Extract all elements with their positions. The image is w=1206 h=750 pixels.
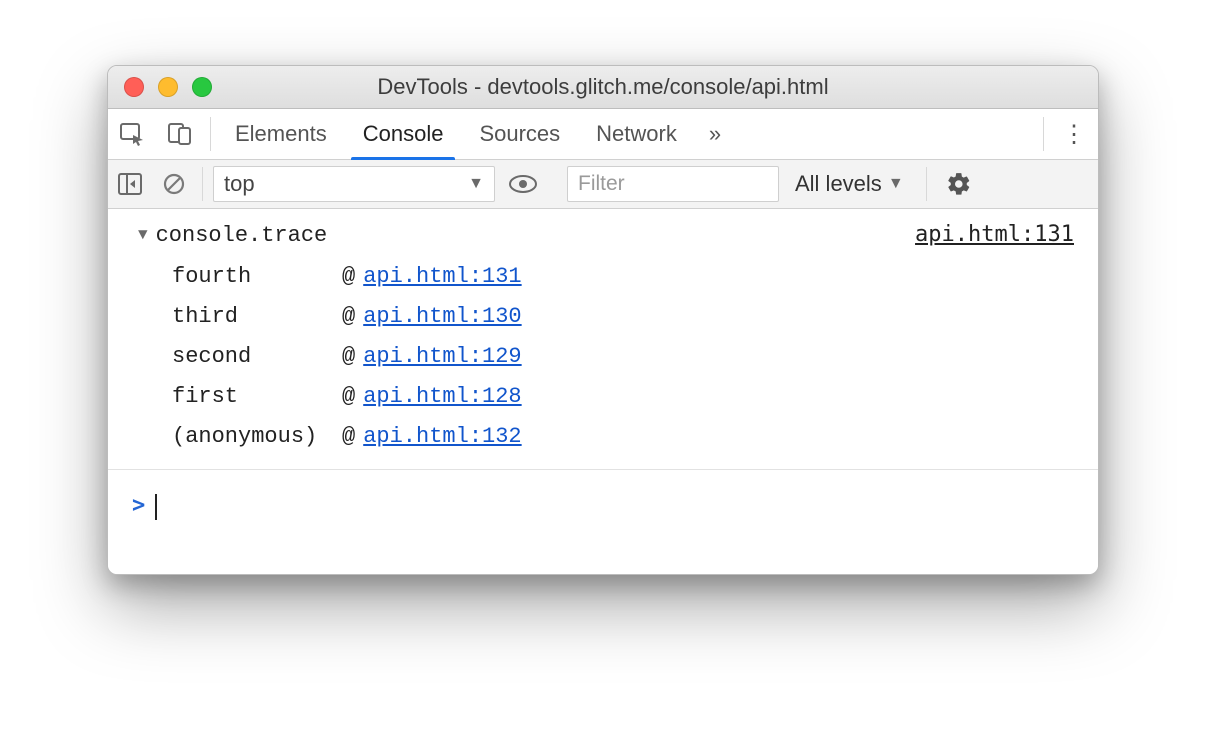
console-output: ▼ console.trace api.html:131 fourth @ ap…: [108, 209, 1098, 574]
devtools-window: DevTools - devtools.glitch.me/console/ap…: [107, 65, 1099, 575]
filter-input[interactable]: [567, 166, 779, 202]
chevron-down-icon: ▼: [468, 175, 484, 193]
chevron-right-double-icon: »: [709, 121, 721, 146]
tab-label: Network: [596, 121, 677, 147]
log-levels-label: All levels: [795, 171, 882, 197]
console-prompt[interactable]: >: [108, 470, 1098, 527]
console-trace-entry: ▼ console.trace api.html:131 fourth @ ap…: [108, 209, 1098, 470]
source-link[interactable]: api.html:131: [915, 215, 1074, 255]
at-glyph: @: [342, 257, 355, 297]
at-glyph: @: [342, 297, 355, 337]
source-link[interactable]: api.html:131: [363, 257, 521, 297]
minimize-window-button[interactable]: [158, 77, 178, 97]
stack-frame-function: first: [172, 377, 342, 417]
devtools-tabs-bar: Elements Console Sources Network » ⋮: [108, 109, 1098, 160]
toggle-console-sidebar-button[interactable]: [108, 173, 152, 195]
kebab-icon: ⋮: [1062, 120, 1086, 149]
stack-frame-function: third: [172, 297, 342, 337]
divider: [210, 117, 211, 151]
titlebar: DevTools - devtools.glitch.me/console/ap…: [108, 66, 1098, 109]
tab-label: Console: [363, 121, 444, 147]
source-link[interactable]: api.html:132: [363, 417, 521, 457]
stack-frame: fourth @ api.html:131: [172, 257, 1098, 297]
stack-frame: (anonymous) @ api.html:132: [172, 417, 1098, 457]
inspect-element-icon[interactable]: [108, 121, 156, 147]
disclosure-triangle-icon[interactable]: ▼: [138, 215, 148, 255]
divider: [1043, 117, 1044, 151]
close-window-button[interactable]: [124, 77, 144, 97]
tab-elements[interactable]: Elements: [217, 109, 345, 159]
divider: [202, 167, 203, 201]
more-tabs-button[interactable]: »: [695, 121, 735, 147]
console-toolbar: top ▼ All levels ▼: [108, 160, 1098, 209]
prompt-caret-icon: >: [132, 486, 145, 527]
stack-frame: third @ api.html:130: [172, 297, 1098, 337]
gear-icon: [946, 171, 972, 197]
source-link[interactable]: api.html:128: [363, 377, 521, 417]
stack-frame-function: second: [172, 337, 342, 377]
chevron-down-icon: ▼: [888, 175, 904, 193]
execution-context-select[interactable]: top ▼: [213, 166, 495, 202]
devtools-menu-button[interactable]: ⋮: [1050, 120, 1098, 149]
text-cursor: [155, 494, 157, 520]
at-glyph: @: [342, 337, 355, 377]
stack-frame: second @ api.html:129: [172, 337, 1098, 377]
source-link[interactable]: api.html:130: [363, 297, 521, 337]
at-glyph: @: [342, 377, 355, 417]
log-levels-select[interactable]: All levels ▼: [779, 171, 920, 197]
execution-context-value: top: [224, 171, 255, 197]
stack-frame: first @ api.html:128: [172, 377, 1098, 417]
window-controls: [124, 77, 212, 97]
console-settings-button[interactable]: [933, 171, 985, 197]
trace-label: console.trace: [156, 216, 328, 256]
device-toolbar-icon[interactable]: [156, 121, 204, 147]
clear-console-button[interactable]: [152, 172, 196, 196]
tab-network[interactable]: Network: [578, 109, 695, 159]
tab-label: Elements: [235, 121, 327, 147]
live-expression-button[interactable]: [495, 174, 551, 194]
window-title: DevTools - devtools.glitch.me/console/ap…: [108, 74, 1098, 100]
zoom-window-button[interactable]: [192, 77, 212, 97]
tab-label: Sources: [479, 121, 560, 147]
source-link[interactable]: api.html:129: [363, 337, 521, 377]
tab-console[interactable]: Console: [345, 109, 462, 159]
divider: [926, 167, 927, 201]
tab-sources[interactable]: Sources: [461, 109, 578, 159]
stack-frame-function: (anonymous): [172, 417, 342, 457]
stack-frame-function: fourth: [172, 257, 342, 297]
at-glyph: @: [342, 417, 355, 457]
